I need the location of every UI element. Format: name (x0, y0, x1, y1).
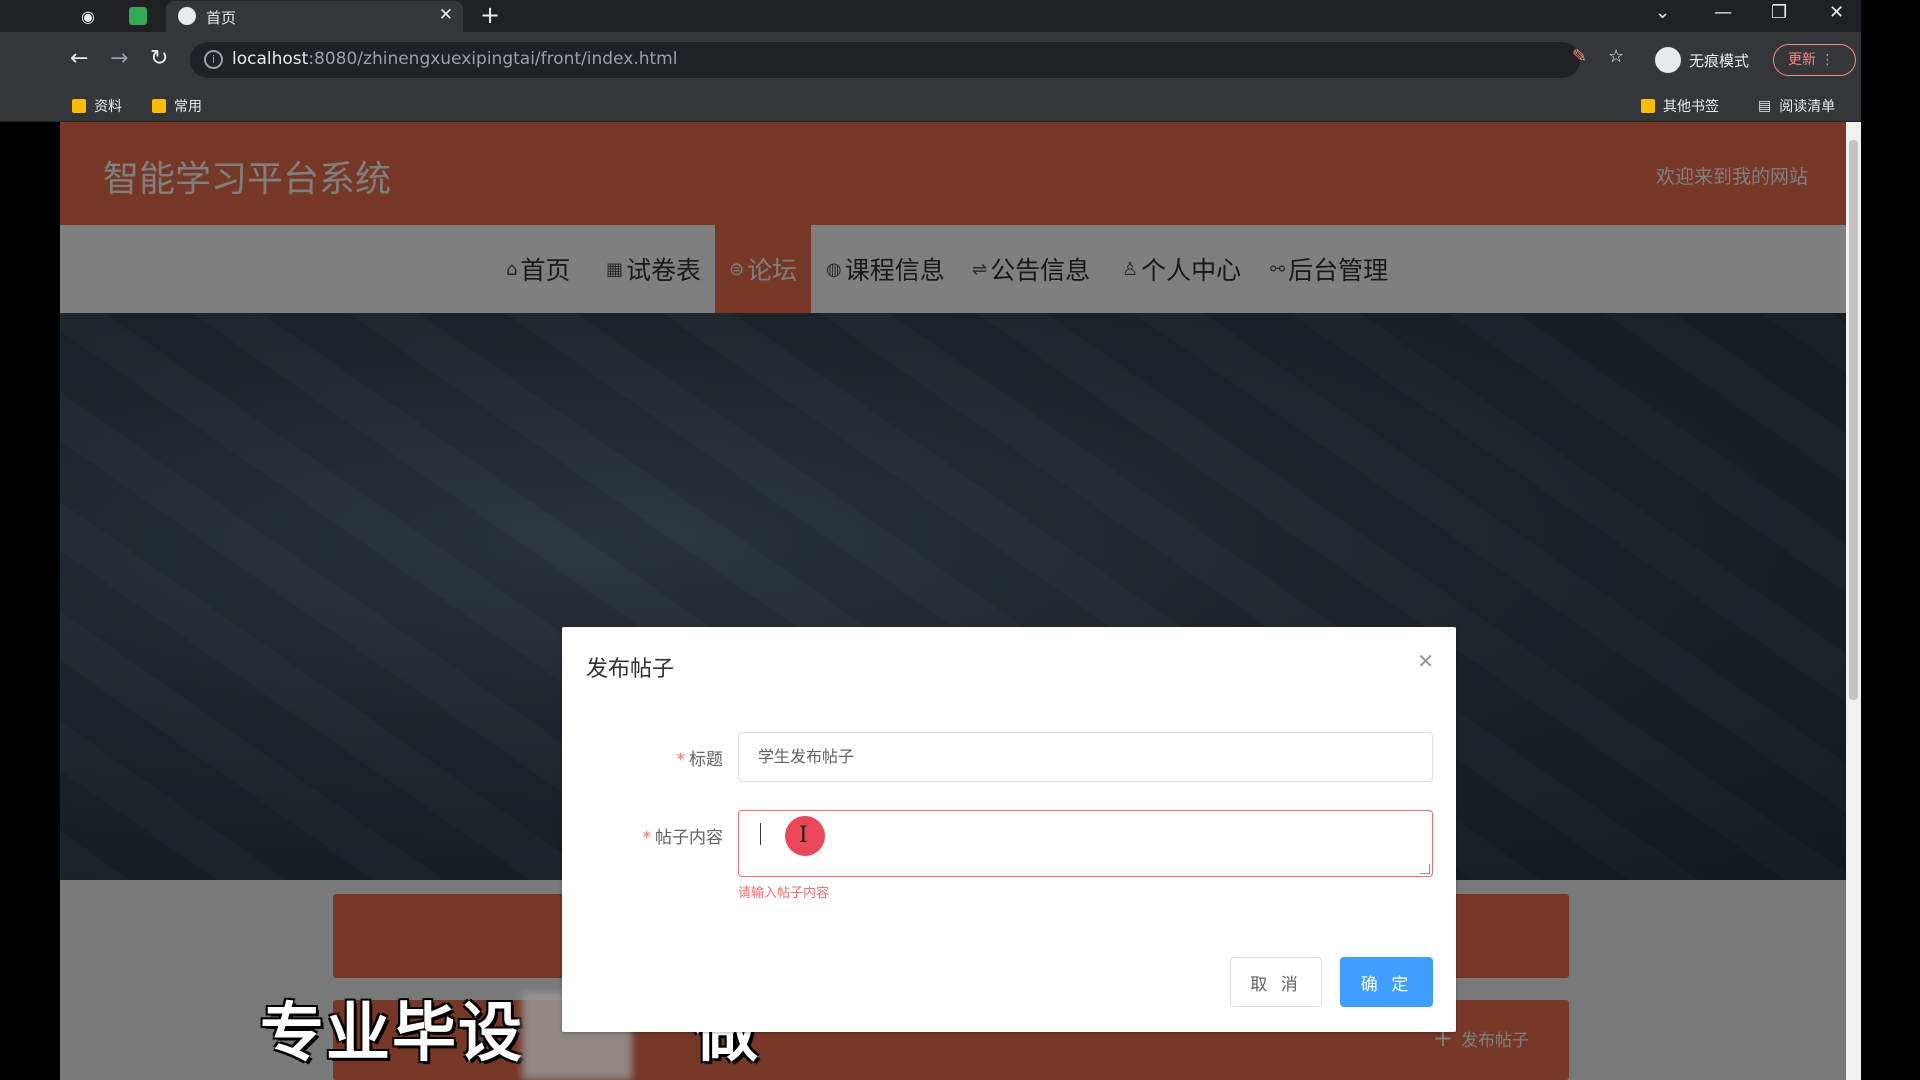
close-tab-icon[interactable]: ✕ (439, 5, 453, 25)
incognito-icon (1655, 47, 1681, 73)
publish-post-dialog: 发布帖子 ✕ * 标题 学生发布帖子 * 帖子内容 I 请输入帖子内容 取 消 确 … (562, 627, 1456, 1032)
screen-edge (1861, 122, 1920, 1080)
folder-icon (1641, 99, 1655, 113)
web-page: 智能学习平台系统 欢迎来到我的网站 ⌂首页 ▦试卷表 ⊜论坛 ◍课程信息 ⇌公告… (60, 122, 1846, 1080)
title-input[interactable]: 学生发布帖子 (738, 732, 1433, 782)
scrollbar-thumb[interactable] (1849, 140, 1858, 700)
other-bookmarks[interactable]: 其他书签 (1641, 96, 1719, 116)
bookmark-folder[interactable]: 资料 (72, 96, 122, 116)
bookmarks-bar: 资料 常用 其他书签 ▤ 阅读清单 (0, 88, 1861, 122)
dialog-title: 发布帖子 (586, 657, 675, 682)
close-icon[interactable]: ✕ (1417, 649, 1434, 673)
restore-button[interactable]: ❐ (1771, 2, 1787, 23)
bookmark-folder[interactable]: 常用 (152, 96, 202, 116)
content-textarea[interactable]: I (738, 810, 1433, 877)
title-label: * 标题 (676, 750, 724, 770)
cancel-button[interactable]: 取 消 (1230, 957, 1322, 1007)
forward-icon[interactable]: → (110, 46, 128, 71)
browser-tab-active[interactable]: 首页 ✕ (166, 1, 463, 32)
update-button[interactable]: 更新 ⋮ (1773, 44, 1856, 76)
reading-list[interactable]: ▤ 阅读清单 (1758, 96, 1835, 116)
globe-icon[interactable]: ◉ (76, 4, 100, 28)
new-tab-button[interactable]: + (480, 1, 500, 29)
content-error-message: 请输入帖子内容 (738, 886, 830, 901)
browser-toolbar: ← → ↻ i localhost:8080/zhinengxuexipingt… (0, 32, 1861, 88)
folder-icon (72, 99, 86, 113)
back-icon[interactable]: ← (70, 46, 88, 71)
browser-tab-bar: ◉ 首页 ✕ + ⌄ — ❐ ✕ (0, 0, 1861, 32)
chevron-down-icon[interactable]: ⌄ (1655, 2, 1670, 23)
reading-list-icon: ▤ (1758, 98, 1772, 114)
tab-title: 首页 (206, 9, 237, 27)
close-window-button[interactable]: ✕ (1829, 2, 1844, 23)
content-label: * 帖子内容 (642, 828, 724, 848)
screen: { "browser": { "tab_title": "首页", "url_h… (0, 0, 1920, 1080)
minimize-button[interactable]: — (1714, 2, 1732, 23)
url-text: localhost:8080/zhinengxuexipingtai/front… (232, 49, 678, 69)
incognito-indicator[interactable]: 无痕模式 (1655, 44, 1749, 76)
ibeam-cursor-icon: I (799, 823, 808, 848)
blocked-icon[interactable]: ✎ (1572, 46, 1587, 67)
reload-icon[interactable]: ↻ (150, 46, 168, 71)
sheet-app-icon[interactable] (129, 7, 147, 25)
confirm-button[interactable]: 确 定 (1340, 957, 1433, 1007)
folder-icon (152, 99, 166, 113)
info-icon[interactable]: i (204, 50, 223, 69)
globe-icon (178, 7, 196, 25)
text-caret (760, 823, 761, 845)
address-bar[interactable]: i localhost:8080/zhinengxuexipingtai/fro… (190, 42, 1580, 78)
resize-handle[interactable] (1420, 864, 1430, 874)
star-icon[interactable]: ☆ (1608, 46, 1624, 67)
